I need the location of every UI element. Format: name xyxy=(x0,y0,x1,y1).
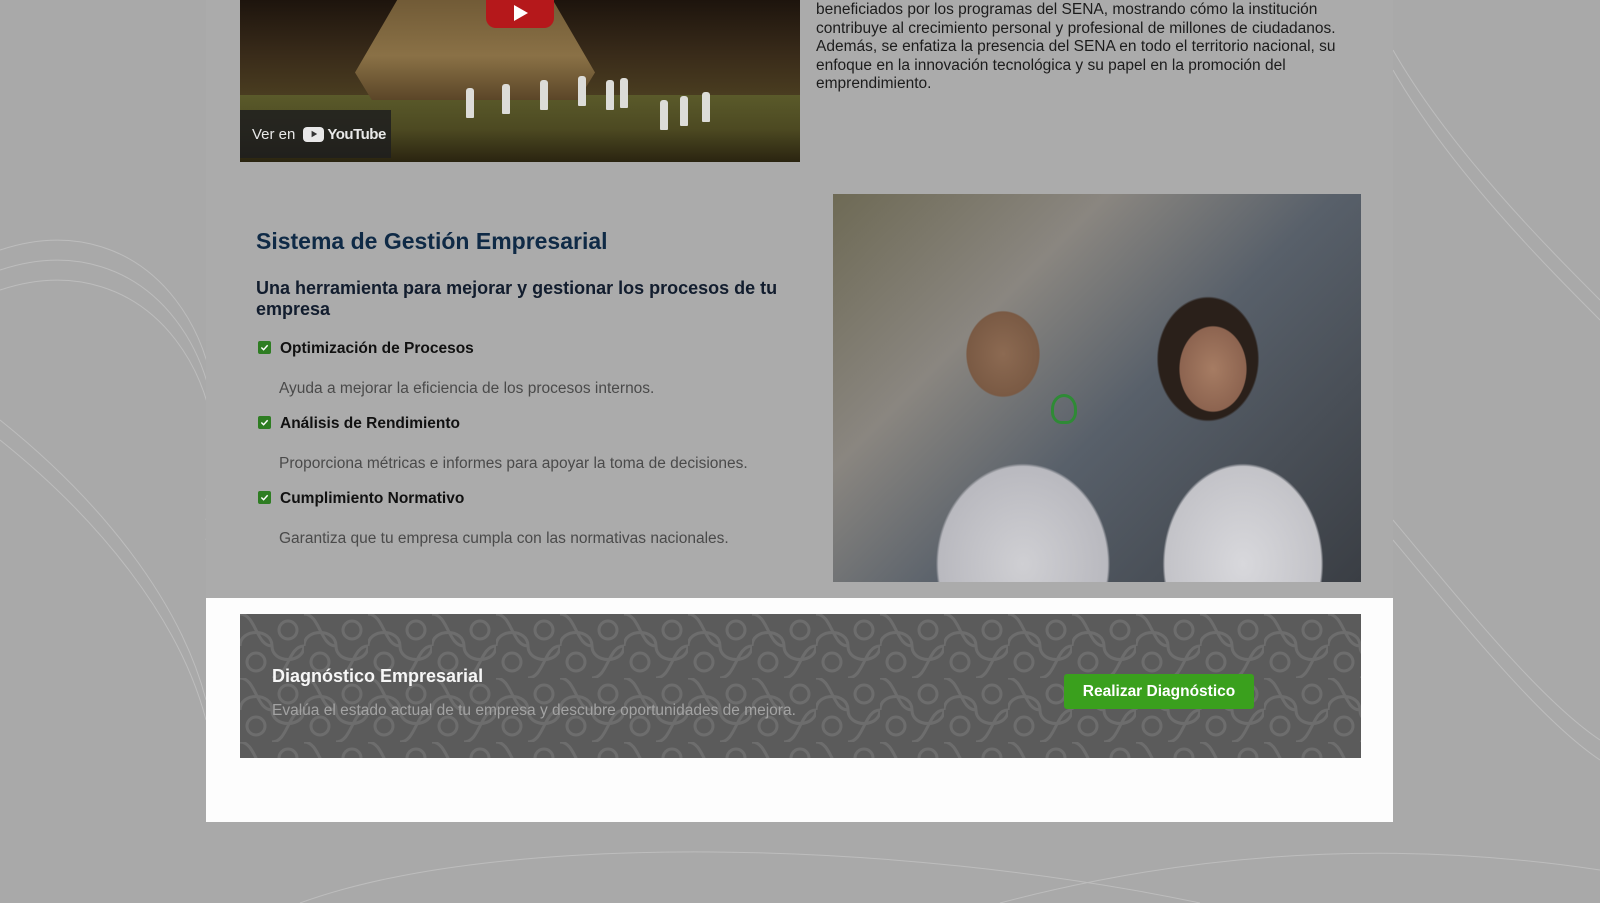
youtube-logo: YouTube xyxy=(303,125,386,143)
section-title: Sistema de Gestión Empresarial xyxy=(256,228,608,254)
feature-item-title: Análisis de Rendimiento xyxy=(258,415,460,433)
feature-item-title: Cumplimiento Normativo xyxy=(258,490,464,508)
video-thumbnail-person xyxy=(680,96,688,126)
feature-item-title: Optimización de Procesos xyxy=(258,340,474,358)
checkbox-checked-icon xyxy=(258,415,271,429)
checkbox-checked-icon xyxy=(258,340,271,354)
feature-title-text: Análisis de Rendimiento xyxy=(280,415,461,432)
feature-title-text: Optimización de Procesos xyxy=(280,340,474,357)
video-thumbnail-person xyxy=(502,84,510,114)
watch-on-label: Ver en xyxy=(252,125,296,143)
feature-item-description: Ayuda a mejorar la eficiencia de los pro… xyxy=(279,380,655,397)
watch-on-youtube-link[interactable]: Ver en YouTube xyxy=(240,110,391,158)
video-thumbnail-person xyxy=(606,80,614,110)
feature-title-text: Cumplimiento Normativo xyxy=(280,490,465,507)
video-thumbnail-hut xyxy=(355,0,595,100)
youtube-video-embed[interactable]: Ver en YouTube xyxy=(240,0,800,162)
feature-item-description: Garantiza que tu empresa cumpla con las … xyxy=(279,530,729,547)
play-icon xyxy=(514,5,528,21)
sena-logo-icon xyxy=(1051,394,1077,424)
video-thumbnail-person xyxy=(540,80,548,110)
youtube-label: YouTube xyxy=(327,125,386,143)
start-diagnostic-button[interactable]: Realizar Diagnóstico xyxy=(1064,674,1254,709)
diagnostic-description: Evalúa el estado actual de tu empresa y … xyxy=(272,702,796,719)
photo-instructor-figure xyxy=(913,274,1113,582)
students-photo xyxy=(833,194,1361,582)
diagnostic-banner: Diagnóstico Empresarial Evalúa el estado… xyxy=(240,614,1361,758)
video-thumbnail-person xyxy=(620,78,628,108)
play-button[interactable] xyxy=(486,0,554,28)
video-thumbnail-person xyxy=(702,92,710,122)
photo-student-figure xyxy=(1133,274,1353,582)
youtube-play-icon xyxy=(303,126,325,142)
feature-item-description: Proporciona métricas e informes para apo… xyxy=(279,455,748,472)
video-thumbnail-person xyxy=(660,100,668,130)
video-thumbnail-person xyxy=(578,76,586,106)
video-thumbnail-person xyxy=(466,88,474,118)
section-subtitle: Una herramienta para mejorar y gestionar… xyxy=(256,278,778,319)
checkbox-checked-icon xyxy=(258,490,271,504)
video-description-text: beneficiados por los programas del SENA,… xyxy=(816,1,1336,92)
diagnostic-title: Diagnóstico Empresarial xyxy=(272,666,484,686)
